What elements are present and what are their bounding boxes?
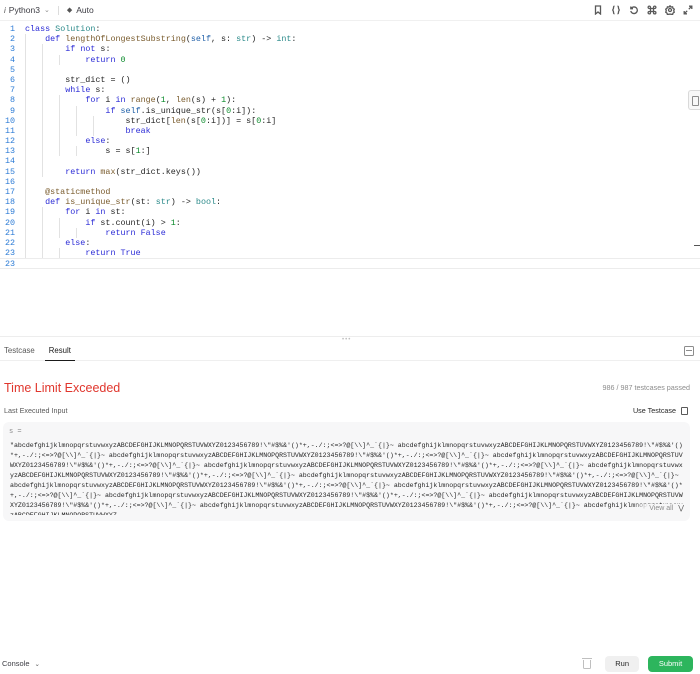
variable-label: s = (9, 428, 22, 436)
command-icon[interactable] (644, 2, 660, 18)
language-label: Python3 (8, 5, 40, 15)
code-icon: i (4, 5, 6, 15)
editor-toolbar: i Python3 ⌄ ◆ Auto (0, 0, 700, 21)
language-selector[interactable]: i Python3 ⌄ (4, 5, 50, 15)
line-number: 5 (9, 64, 15, 75)
chevron-down-icon: ⋁ (678, 505, 684, 512)
line-number: 12 (4, 136, 15, 147)
tab-result[interactable]: Result (44, 341, 75, 361)
line-number: 1 (9, 24, 15, 34)
line-number: 4 (9, 54, 15, 65)
line-number: 2 (9, 34, 15, 45)
line-number: 22 (4, 237, 15, 248)
passed-label: testcases passed (634, 383, 690, 392)
line-number: 17 (4, 187, 15, 197)
tab-testcase[interactable]: Testcase (0, 341, 39, 361)
document-icon (681, 406, 688, 415)
bottom-panel-tabs: Testcase Result (0, 341, 700, 361)
line-number: 21 (4, 227, 15, 238)
bookmark-icon[interactable] (590, 2, 606, 18)
toolbar-divider (57, 5, 59, 15)
console-toggle[interactable]: Console ⌄ (2, 659, 40, 668)
line-number: 8 (9, 95, 15, 106)
line-number: 3 (9, 44, 15, 55)
line-number: 10 (4, 115, 15, 126)
testcases-passed: 986 / 987 testcases passed (602, 383, 690, 392)
scrollbar-marker (694, 245, 700, 246)
line-number: 6 (9, 74, 15, 85)
chevron-down-icon: ⌄ (43, 7, 50, 14)
console-label: Console (2, 659, 30, 668)
line-number: 18 (4, 197, 15, 208)
line-number: 20 (4, 217, 15, 228)
run-button[interactable]: Run (605, 655, 639, 672)
line-number: 7 (9, 85, 15, 96)
line-number: 13 (4, 146, 15, 157)
view-all-button[interactable]: View all ⋁ (633, 504, 684, 512)
line-number: 11 (4, 125, 15, 136)
trash-icon[interactable] (582, 658, 593, 669)
chevron-down-icon: ⌄ (34, 660, 40, 668)
line-number: 23 (4, 248, 15, 259)
submit-button[interactable]: Submit (648, 655, 693, 672)
reset-icon[interactable] (626, 2, 642, 18)
panel-splitter[interactable]: ••• (0, 336, 700, 343)
line-number: 15 (4, 166, 15, 177)
side-panel-tab[interactable] (688, 90, 700, 110)
line-number: 9 (9, 105, 15, 116)
current-line-number: 23 (4, 259, 15, 270)
last-executed-label: Last Executed Input (4, 406, 68, 415)
expand-icon[interactable] (680, 2, 696, 18)
auto-label: Auto (76, 5, 94, 15)
passed-count: 986 / 987 (602, 383, 633, 392)
line-number: 16 (4, 176, 15, 187)
input-value: "abcdefghijklmnopqrstuvwxyzABCDEFGHIJKLM… (10, 442, 683, 515)
braces-icon[interactable] (608, 2, 624, 18)
settings-icon[interactable] (662, 2, 678, 18)
line-number: 14 (4, 156, 15, 167)
auto-mode-toggle[interactable]: ◆ Auto (67, 5, 94, 15)
lock-icon: ◆ (66, 7, 73, 14)
code-editor[interactable]: 1 class Solution: 2 def lengthOfLongestSu… (0, 24, 700, 269)
use-testcase-button[interactable]: Use Testcase (633, 406, 688, 415)
result-status: Time Limit Exceeded (4, 381, 121, 395)
use-testcase-label: Use Testcase (632, 406, 676, 415)
panel-layout-icon[interactable] (684, 345, 694, 356)
view-all-label: View all (649, 504, 674, 512)
last-input-box: s = "abcdefghijklmnopqrstuvwxyzABCDEFGHI… (3, 422, 690, 521)
line-number: 19 (4, 207, 15, 218)
footer-bar: Console ⌄ Run Submit (0, 653, 700, 674)
